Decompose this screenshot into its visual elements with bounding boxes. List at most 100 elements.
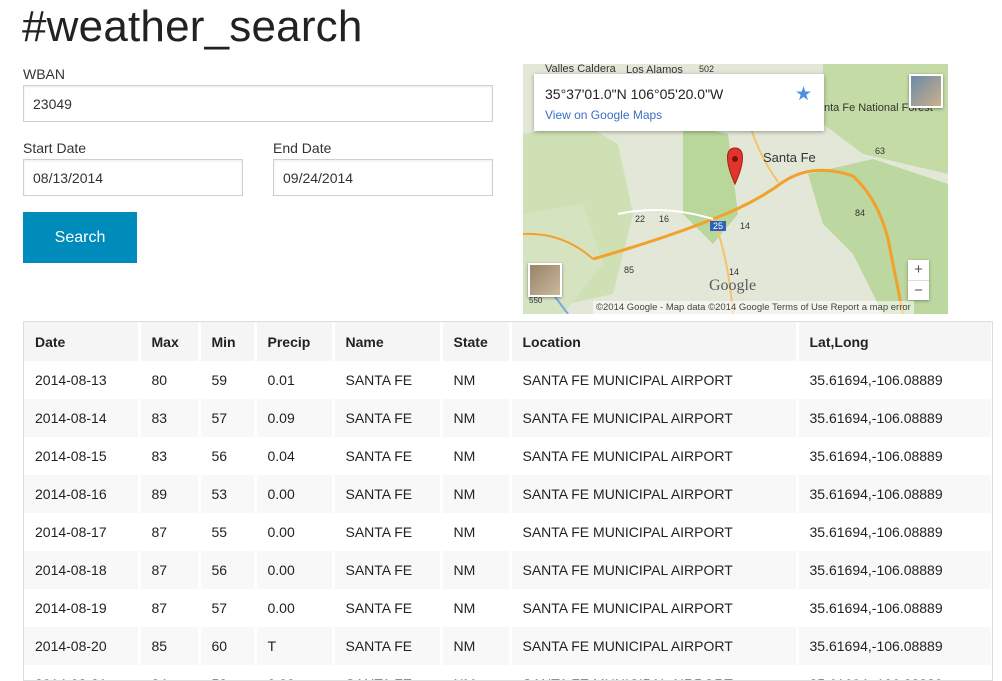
- cell-location: SANTA FE MUNICIPAL AIRPORT: [510, 665, 799, 680]
- cell-max: 80: [139, 361, 201, 399]
- cell-max: 89: [139, 475, 201, 513]
- cell-lat-long: 35.61694,-106.08889: [797, 361, 992, 399]
- end-date-input[interactable]: [273, 159, 493, 196]
- zoom-out-button[interactable]: −: [908, 281, 929, 301]
- header-location[interactable]: Location: [510, 322, 799, 361]
- table-row: 2014-08-21 84 58 0.00 SANTA FE NM SANTA …: [24, 665, 992, 680]
- cell-location: SANTA FE MUNICIPAL AIRPORT: [510, 361, 799, 399]
- cell-name: SANTA FE: [333, 513, 443, 551]
- cell-lat-long: 35.61694,-106.08889: [797, 665, 992, 680]
- cell-min: 56: [199, 437, 257, 475]
- cell-precip: 0.01: [255, 361, 335, 399]
- map-footer: ©2014 Google - Map data ©2014 Google Ter…: [593, 301, 914, 314]
- cell-max: 83: [139, 399, 201, 437]
- cell-min: 56: [199, 551, 257, 589]
- cell-state: NM: [441, 513, 512, 551]
- cell-name: SANTA FE: [333, 361, 443, 399]
- cell-location: SANTA FE MUNICIPAL AIRPORT: [510, 437, 799, 475]
- cell-max: 87: [139, 589, 201, 627]
- cell-max: 84: [139, 665, 201, 680]
- cell-name: SANTA FE: [333, 551, 443, 589]
- cell-precip: 0.00: [255, 551, 335, 589]
- weather-table: Date Max Min Precip Name State Location …: [23, 321, 993, 681]
- table-row: 2014-08-17 87 55 0.00 SANTA FE NM SANTA …: [24, 513, 992, 551]
- map-info-card: 35°37'01.0"N 106°05'20.0"W View on Googl…: [534, 74, 824, 131]
- satellite-view-thumbnail[interactable]: [528, 263, 562, 297]
- cell-precip: 0.09: [255, 399, 335, 437]
- header-min[interactable]: Min: [199, 322, 257, 361]
- wban-label: WBAN: [23, 66, 65, 82]
- header-lat-long[interactable]: Lat,Long: [797, 322, 992, 361]
- cell-max: 83: [139, 437, 201, 475]
- cell-precip: 0.00: [255, 513, 335, 551]
- search-button[interactable]: Search: [23, 212, 137, 263]
- cell-lat-long: 35.61694,-106.08889: [797, 627, 992, 665]
- cell-location: SANTA FE MUNICIPAL AIRPORT: [510, 475, 799, 513]
- cell-lat-long: 35.61694,-106.08889: [797, 589, 992, 627]
- route-25: 25: [710, 221, 727, 231]
- user-avatar-icon[interactable]: [909, 74, 943, 108]
- map-place-santa-fe: Santa Fe: [763, 150, 816, 165]
- cell-lat-long: 35.61694,-106.08889: [797, 437, 992, 475]
- cell-date: 2014-08-21: [24, 665, 141, 680]
- table-row: 2014-08-19 87 57 0.00 SANTA FE NM SANTA …: [24, 589, 992, 627]
- header-name[interactable]: Name: [333, 322, 443, 361]
- zoom-in-button[interactable]: +: [908, 260, 929, 280]
- cell-lat-long: 35.61694,-106.08889: [797, 399, 992, 437]
- cell-location: SANTA FE MUNICIPAL AIRPORT: [510, 551, 799, 589]
- cell-lat-long: 35.61694,-106.08889: [797, 513, 992, 551]
- map[interactable]: Valles Caldera Los Alamos 502 nta Fe Nat…: [523, 64, 948, 314]
- cell-min: 58: [199, 665, 257, 680]
- cell-date: 2014-08-16: [24, 475, 141, 513]
- cell-min: 57: [199, 589, 257, 627]
- route-550: 550: [529, 296, 543, 305]
- header-precip[interactable]: Precip: [255, 322, 335, 361]
- cell-location: SANTA FE MUNICIPAL AIRPORT: [510, 627, 799, 665]
- cell-location: SANTA FE MUNICIPAL AIRPORT: [510, 399, 799, 437]
- cell-location: SANTA FE MUNICIPAL AIRPORT: [510, 513, 799, 551]
- cell-precip: 0.00: [255, 665, 335, 680]
- cell-name: SANTA FE: [333, 399, 443, 437]
- table-row: 2014-08-13 80 59 0.01 SANTA FE NM SANTA …: [24, 361, 992, 399]
- map-coordinates: 35°37'01.0"N 106°05'20.0"W: [545, 86, 724, 102]
- cell-precip: 0.00: [255, 475, 335, 513]
- table-row: 2014-08-18 87 56 0.00 SANTA FE NM SANTA …: [24, 551, 992, 589]
- start-date-label: Start Date: [23, 140, 87, 156]
- route-63: 63: [875, 146, 886, 156]
- end-date-label: End Date: [273, 140, 332, 156]
- cell-min: 59: [199, 361, 257, 399]
- route-22: 22: [635, 214, 646, 224]
- cell-name: SANTA FE: [333, 665, 443, 680]
- cell-min: 53: [199, 475, 257, 513]
- table-row: 2014-08-14 83 57 0.09 SANTA FE NM SANTA …: [24, 399, 992, 437]
- header-date[interactable]: Date: [24, 322, 141, 361]
- cell-min: 60: [199, 627, 257, 665]
- route-14b: 14: [729, 267, 740, 277]
- table-row: 2014-08-16 89 53 0.00 SANTA FE NM SANTA …: [24, 475, 992, 513]
- cell-location: SANTA FE MUNICIPAL AIRPORT: [510, 589, 799, 627]
- view-on-google-maps-link[interactable]: View on Google Maps: [545, 108, 662, 122]
- cell-name: SANTA FE: [333, 589, 443, 627]
- cell-precip: 0.04: [255, 437, 335, 475]
- cell-state: NM: [441, 665, 512, 680]
- header-state[interactable]: State: [441, 322, 512, 361]
- cell-lat-long: 35.61694,-106.08889: [797, 551, 992, 589]
- wban-input[interactable]: [23, 85, 493, 122]
- cell-name: SANTA FE: [333, 475, 443, 513]
- cell-date: 2014-08-13: [24, 361, 141, 399]
- cell-max: 87: [139, 513, 201, 551]
- start-date-input[interactable]: [23, 159, 243, 196]
- cell-state: NM: [441, 551, 512, 589]
- cell-max: 85: [139, 627, 201, 665]
- cell-date: 2014-08-15: [24, 437, 141, 475]
- google-logo: Google: [709, 277, 757, 294]
- cell-min: 55: [199, 513, 257, 551]
- route-502: 502: [699, 64, 715, 74]
- cell-lat-long: 35.61694,-106.08889: [797, 475, 992, 513]
- header-max[interactable]: Max: [139, 322, 201, 361]
- cell-state: NM: [441, 437, 512, 475]
- cell-date: 2014-08-14: [24, 399, 141, 437]
- star-icon[interactable]: ★: [795, 83, 812, 106]
- cell-state: NM: [441, 475, 512, 513]
- cell-date: 2014-08-18: [24, 551, 141, 589]
